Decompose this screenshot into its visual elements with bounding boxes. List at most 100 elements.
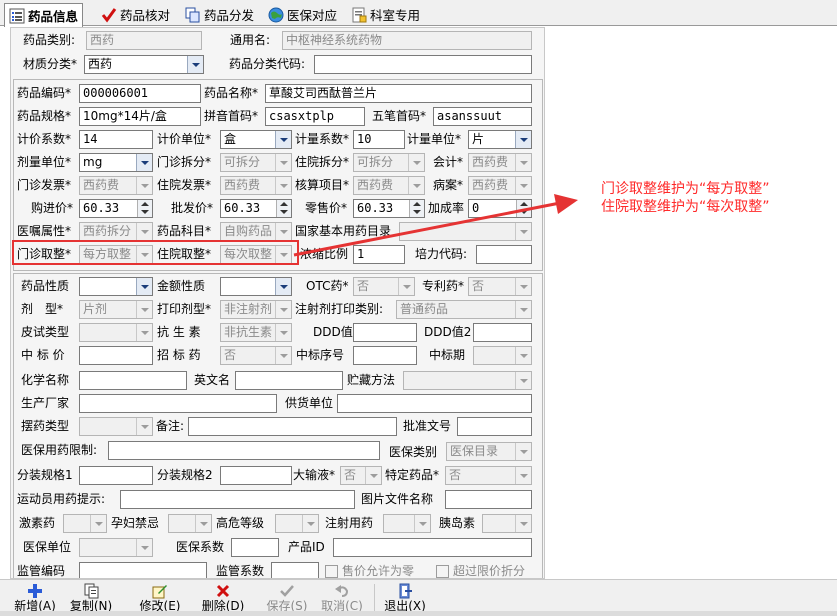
bid-price-field[interactable] <box>79 346 153 365</box>
chevron-down-icon[interactable] <box>136 418 152 435</box>
category-field[interactable]: 西药 <box>86 31 202 50</box>
op-split-combo[interactable]: 可拆分 <box>220 153 292 172</box>
remark-field[interactable] <box>188 417 397 436</box>
chevron-down-icon[interactable] <box>136 278 152 295</box>
antibiotic-combo[interactable]: 非抗生素 <box>220 323 292 342</box>
chevron-down-icon[interactable] <box>275 223 291 240</box>
otc-combo[interactable]: 否 <box>353 277 415 296</box>
chevron-down-icon[interactable] <box>515 131 531 148</box>
chevron-down-icon[interactable] <box>515 467 531 484</box>
nature-combo[interactable] <box>79 277 153 296</box>
chevron-down-icon[interactable] <box>136 301 152 318</box>
insulin-combo[interactable] <box>482 514 532 533</box>
ins-class-combo[interactable]: 医保目录 <box>446 442 532 461</box>
storage-combo[interactable] <box>403 371 532 390</box>
price-unit-combo[interactable]: 盒 <box>220 130 292 149</box>
chevron-down-icon[interactable] <box>275 324 291 341</box>
chevron-down-icon[interactable] <box>136 177 152 194</box>
over-limit-checkbox[interactable] <box>436 565 449 578</box>
chevron-down-icon[interactable] <box>515 154 531 171</box>
class-code-field[interactable] <box>314 55 532 74</box>
chevron-down-icon[interactable] <box>136 154 152 171</box>
bid-period-combo[interactable] <box>473 346 532 365</box>
bid-no-field[interactable] <box>353 346 417 365</box>
tender-combo[interactable]: 否 <box>220 346 292 365</box>
image-file-field[interactable] <box>445 490 532 509</box>
chevron-down-icon[interactable] <box>515 301 531 318</box>
regulatory-code-field[interactable] <box>79 562 207 578</box>
chevron-down-icon[interactable] <box>515 443 531 460</box>
agent-unit-combo[interactable]: mg <box>79 153 153 172</box>
pack1-field[interactable] <box>79 466 153 485</box>
special-drug-combo[interactable]: 否 <box>445 466 532 485</box>
chevron-down-icon[interactable] <box>515 372 531 389</box>
chevron-down-icon[interactable] <box>136 223 152 240</box>
tab-drug-check[interactable]: 药品核对 <box>96 3 175 26</box>
dosage-form-combo[interactable]: 片剂 <box>79 300 153 319</box>
ip-split-combo[interactable]: 可拆分 <box>353 153 425 172</box>
chevron-down-icon[interactable] <box>275 347 291 364</box>
purchase-price-spin[interactable]: 60.33 <box>79 199 153 218</box>
maker-field[interactable] <box>79 394 277 413</box>
chevron-down-icon[interactable] <box>365 467 381 484</box>
wubi-field[interactable]: asanssuut <box>433 107 532 126</box>
spin-buttons[interactable] <box>276 200 291 217</box>
account-combo[interactable]: 西药费 <box>468 153 532 172</box>
approval-field[interactable] <box>457 417 532 436</box>
supplier-field[interactable] <box>337 394 532 413</box>
order-attr-combo[interactable]: 西药拆分 <box>79 222 153 241</box>
spin-buttons[interactable] <box>137 200 152 217</box>
horizontal-scrollbar[interactable] <box>0 611 837 616</box>
amount-nature-combo[interactable] <box>220 277 292 296</box>
op-invoice-combo[interactable]: 西药费 <box>79 176 153 195</box>
product-id-field[interactable] <box>333 538 532 557</box>
pinyin-field[interactable]: csasxtplp <box>265 107 365 126</box>
ddd2-field[interactable] <box>473 323 532 342</box>
risk-level-combo[interactable] <box>275 514 319 533</box>
material-combo[interactable]: 西药 <box>84 55 204 74</box>
chevron-down-icon[interactable] <box>515 515 531 532</box>
ip-invoice-combo[interactable]: 西药费 <box>220 176 292 195</box>
print-form-combo[interactable]: 非注射剂 <box>220 300 292 319</box>
athlete-field[interactable] <box>120 490 355 509</box>
dose-coef-field[interactable]: 10 <box>353 130 405 149</box>
chevron-down-icon[interactable] <box>408 154 424 171</box>
drug-name-field[interactable]: 草酸艾司西酞普兰片 <box>265 84 532 103</box>
chevron-down-icon[interactable] <box>515 347 531 364</box>
ins-unit-combo[interactable] <box>79 538 153 557</box>
ddd-field[interactable] <box>353 323 417 342</box>
ins-coef-field[interactable] <box>231 538 279 557</box>
drug-spec-field[interactable]: 10mg*14片/盒 <box>79 107 201 126</box>
hormone-combo[interactable] <box>63 514 107 533</box>
chevron-down-icon[interactable] <box>275 278 291 295</box>
generic-name-field[interactable]: 中枢神经系统药物 <box>282 31 532 50</box>
tab-dept-only[interactable]: 科室专用 <box>346 3 425 26</box>
ins-limit-field[interactable] <box>108 441 380 460</box>
infusion-combo[interactable]: 否 <box>340 466 382 485</box>
price-coef-field[interactable]: 14 <box>79 130 153 149</box>
pregnancy-combo[interactable] <box>168 514 212 533</box>
injection-combo[interactable] <box>383 514 431 533</box>
tab-drug-distribute[interactable]: 药品分发 <box>180 3 259 26</box>
chevron-down-icon[interactable] <box>275 177 291 194</box>
inj-print-combo[interactable]: 普通药品 <box>396 300 532 319</box>
chevron-down-icon[interactable] <box>195 515 211 532</box>
regulatory-coef-field[interactable] <box>271 562 319 578</box>
chevron-down-icon[interactable] <box>302 515 318 532</box>
tab-drug-info[interactable]: 药品信息 <box>4 3 84 27</box>
tab-insurance-map[interactable]: 医保对应 <box>263 3 342 26</box>
dose-unit-combo[interactable]: 片 <box>468 130 532 149</box>
chevron-down-icon[interactable] <box>90 515 106 532</box>
chevron-down-icon[interactable] <box>275 301 291 318</box>
chevron-down-icon[interactable] <box>136 539 152 556</box>
zero-price-checkbox[interactable] <box>325 565 338 578</box>
chevron-down-icon[interactable] <box>187 56 203 73</box>
chevron-down-icon[interactable] <box>515 278 531 295</box>
wholesale-price-spin[interactable]: 60.33 <box>220 199 292 218</box>
chevron-down-icon[interactable] <box>398 278 414 295</box>
placement-combo[interactable] <box>79 417 153 436</box>
pack2-field[interactable] <box>220 466 292 485</box>
patent-combo[interactable]: 否 <box>468 277 532 296</box>
skin-test-combo[interactable] <box>79 323 153 342</box>
chevron-down-icon[interactable] <box>136 324 152 341</box>
